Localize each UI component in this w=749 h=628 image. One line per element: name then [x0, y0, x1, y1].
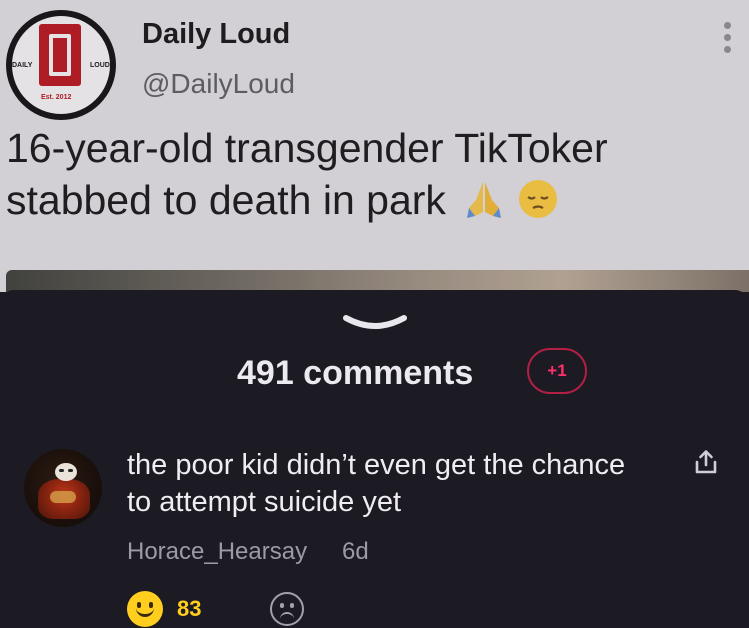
comments-count: 491 comments: [237, 354, 474, 392]
frowning-face-icon[interactable]: [270, 592, 304, 626]
dim-overlay: [0, 0, 749, 292]
new-comments-badge[interactable]: +1: [527, 348, 587, 394]
comment-username[interactable]: Horace_Hearsay: [127, 538, 307, 566]
tweet-screenshot: DAILY LOUD Est. 2012 Daily Loud @DailyLo…: [0, 0, 749, 292]
comment-timestamp: 6d: [342, 538, 369, 565]
comments-sheet: 491 comments +1 the poor kid didn’t even…: [0, 290, 749, 628]
happy-reaction-button[interactable]: 83: [127, 591, 201, 627]
comment-text: the poor kid didn’t even get the chance …: [127, 449, 626, 518]
avatar[interactable]: [24, 449, 102, 527]
share-icon[interactable]: [692, 448, 720, 476]
happy-reaction-count: 83: [177, 596, 202, 621]
smiling-face-icon: [127, 591, 163, 627]
collapse-chevron-icon[interactable]: [342, 312, 408, 334]
